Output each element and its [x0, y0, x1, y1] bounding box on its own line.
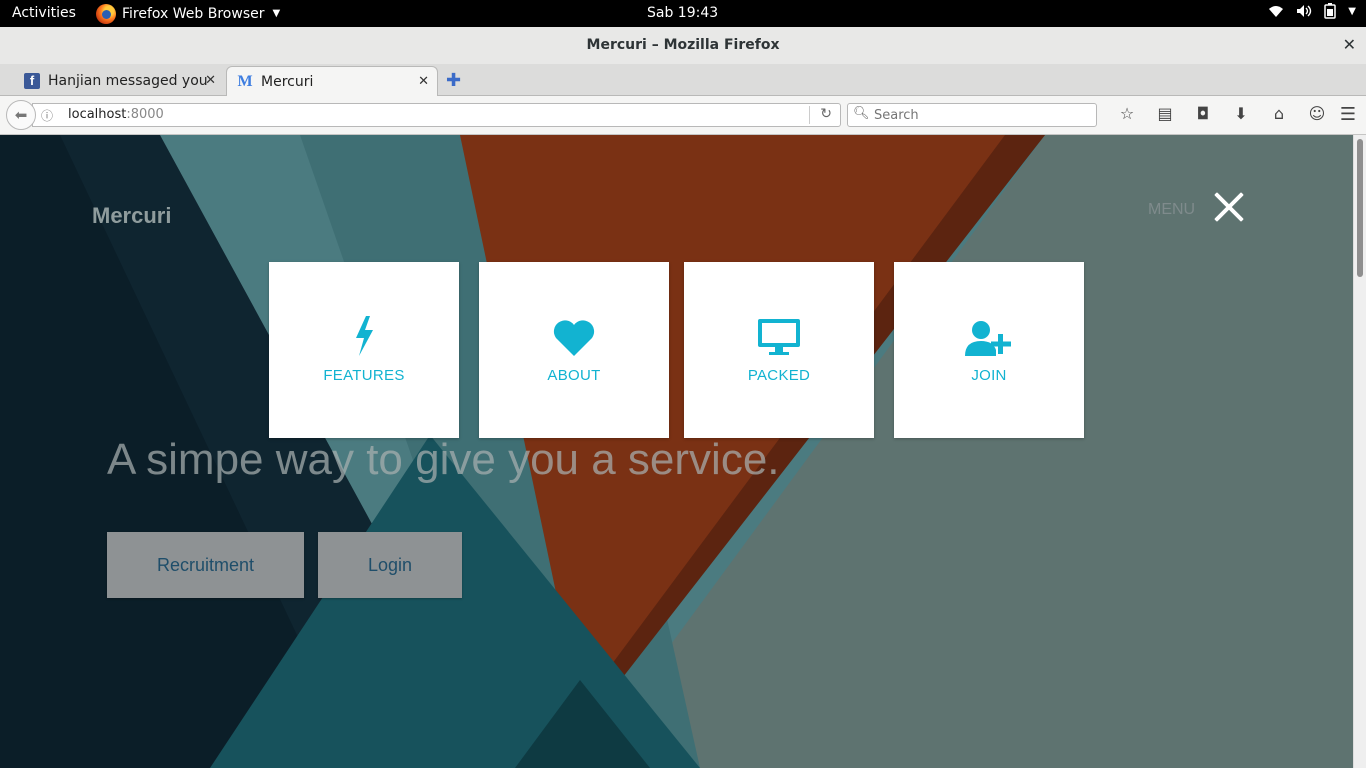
system-tray[interactable]: ▼: [1268, 3, 1356, 19]
window-titlebar: Mercuri – Mozilla Firefox ✕: [0, 27, 1366, 65]
navigation-toolbar: ⓘ localhost:8000 ↻ ⬅ 🔍︎ ☆ ▤ ◘ ⬇ ⌂ ☺ ☰: [0, 96, 1366, 135]
login-button[interactable]: Login: [318, 532, 462, 598]
url-bar[interactable]: ⓘ localhost:8000 ↻: [32, 103, 841, 127]
new-tab-button[interactable]: ✚: [446, 70, 461, 91]
chevron-down-icon: ▼: [272, 8, 281, 19]
system-top-bar: Activities Firefox Web Browser ▼ Sab 19:…: [0, 0, 1366, 27]
url-separator: [809, 106, 810, 124]
back-arrow-icon: ⬅: [14, 106, 28, 124]
site-logo[interactable]: Mercuri: [92, 203, 171, 229]
menu-card-about[interactable]: ABOUT: [479, 262, 669, 438]
scrollbar-thumb[interactable]: [1357, 139, 1363, 277]
bookmark-star-icon[interactable]: ☆: [1108, 104, 1146, 123]
page-scrollbar[interactable]: [1353, 135, 1366, 768]
search-icon: 🔍︎: [853, 106, 870, 121]
window-close-button[interactable]: ✕: [1343, 35, 1356, 54]
hamburger-menu-icon[interactable]: ☰: [1340, 104, 1356, 125]
search-bar[interactable]: 🔍︎: [847, 103, 1097, 127]
tab-close-icon[interactable]: ✕: [418, 74, 429, 89]
battery-icon: [1324, 3, 1337, 19]
download-icon[interactable]: ⬇: [1222, 104, 1260, 123]
clock[interactable]: Sab 19:43: [647, 5, 718, 21]
firefox-logo-icon: [96, 3, 116, 24]
tab-facebook[interactable]: f Hanjian messaged you ✕: [14, 66, 224, 95]
home-icon[interactable]: ⌂: [1260, 104, 1298, 123]
hello-chat-icon[interactable]: ☺: [1298, 104, 1336, 123]
tab-label: Hanjian messaged you: [48, 72, 208, 89]
lightning-bolt-icon: [356, 316, 373, 356]
window-title: Mercuri – Mozilla Firefox: [586, 37, 780, 53]
site-info-icon[interactable]: ⓘ: [41, 107, 53, 124]
hero-heading: A simpe way to give you a service.: [107, 435, 780, 484]
menu-card-features[interactable]: FEATURES: [269, 262, 459, 438]
menu-label[interactable]: MENU: [1148, 201, 1195, 219]
app-menu-label: Firefox Web Browser: [122, 5, 265, 22]
mercuri-favicon: M: [237, 72, 253, 90]
toolbar-icons: ☆ ▤ ◘ ⬇ ⌂ ☺: [1108, 104, 1336, 123]
close-icon[interactable]: [1212, 190, 1246, 224]
facebook-icon: f: [24, 72, 40, 89]
heart-icon: [553, 320, 595, 356]
activities-button[interactable]: Activities: [12, 5, 76, 21]
pocket-icon[interactable]: ◘: [1184, 104, 1222, 123]
recruitment-button[interactable]: Recruitment: [107, 532, 304, 598]
monitor-icon: [758, 319, 800, 355]
page-viewport: Mercuri MENU A simpe way to give you a s…: [0, 135, 1353, 768]
chevron-down-icon: ▼: [1348, 5, 1356, 17]
back-button[interactable]: ⬅: [6, 100, 36, 130]
menu-card-join[interactable]: JOIN: [894, 262, 1084, 438]
tab-mercuri[interactable]: M Mercuri ✕: [226, 66, 438, 96]
search-input[interactable]: [872, 106, 1091, 125]
menu-card-label: ABOUT: [547, 367, 601, 384]
menu-card-label: FEATURES: [323, 367, 405, 384]
menu-card-label: PACKED: [747, 367, 811, 384]
tab-label: Mercuri: [261, 73, 314, 90]
tab-strip: f Hanjian messaged you ✕ M Mercuri ✕ ✚: [0, 64, 1366, 96]
tab-close-icon[interactable]: ✕: [205, 73, 216, 88]
menu-card-packed[interactable]: PACKED: [684, 262, 874, 438]
app-menu[interactable]: Firefox Web Browser ▼: [96, 2, 280, 25]
volume-icon: [1297, 5, 1312, 17]
wifi-icon: [1269, 6, 1284, 17]
user-add-icon: [965, 321, 1011, 356]
menu-card-label: JOIN: [971, 367, 1007, 384]
bookmarks-list-icon[interactable]: ▤: [1146, 104, 1184, 123]
reload-icon[interactable]: ↻: [820, 106, 832, 122]
url-text[interactable]: localhost:8000: [68, 107, 164, 122]
